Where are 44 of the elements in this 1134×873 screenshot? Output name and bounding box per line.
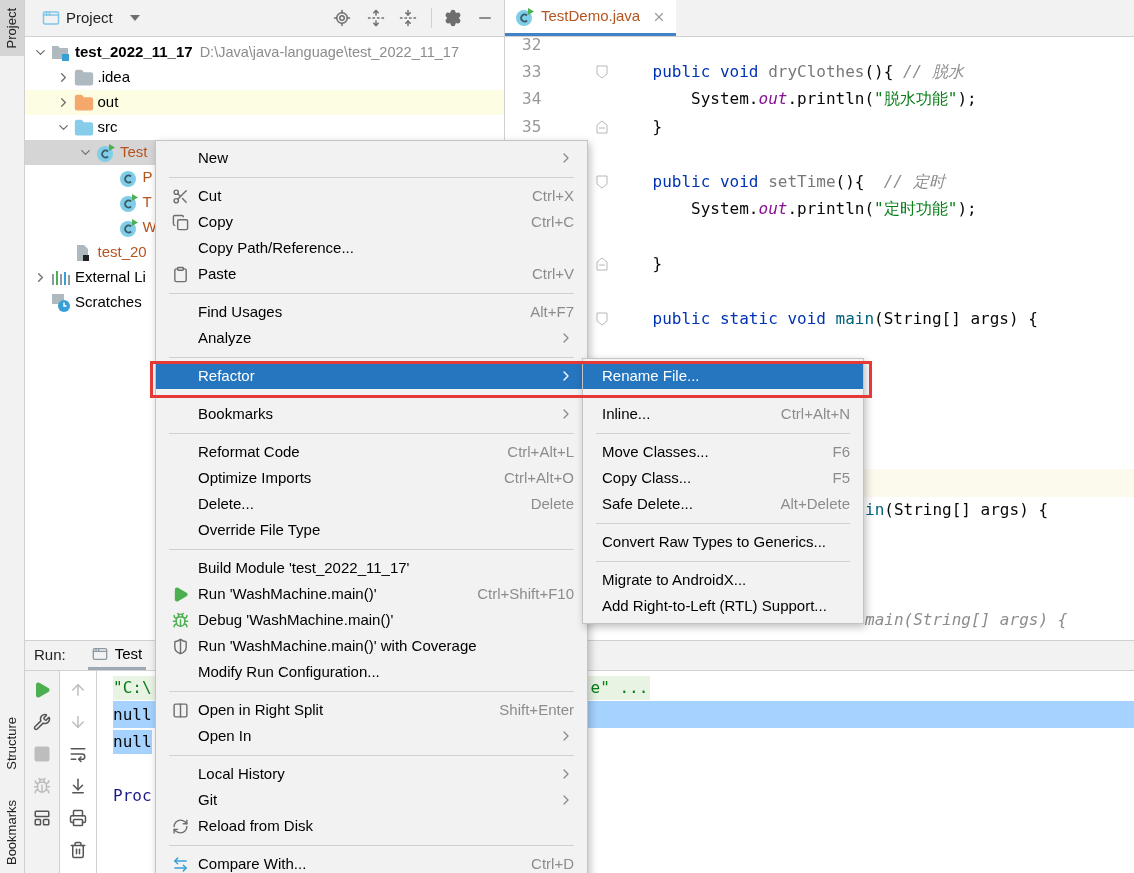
console-text: "C:\ [113, 676, 152, 699]
code-line: main(String[] args) { [865, 608, 1068, 631]
shortcut-label: Alt+F7 [530, 301, 574, 322]
line-number: 35 [522, 116, 542, 136]
shortcut-label: Alt+Delete [780, 493, 850, 514]
code-line: System.out.println("脱水功能"); [690, 88, 977, 111]
code-line: } [651, 252, 663, 275]
tree-label: T [142, 192, 152, 213]
tree-label: External Li [75, 267, 146, 288]
shortcut-label: Ctrl+Shift+F10 [477, 583, 574, 604]
console-text: Proc [113, 784, 152, 807]
line-number: 32 [522, 37, 542, 54]
shortcut-label: Ctrl+Alt+O [503, 467, 574, 488]
run-label: Run: [34, 645, 66, 666]
tree-label: .idea [97, 67, 131, 88]
code-line: in(String[] args) { [865, 499, 1049, 522]
code-line: System.out.println("定时功能"); [690, 198, 977, 221]
shortcut-label: F6 [832, 441, 850, 462]
code-line: } [651, 115, 663, 138]
tree-label: Scratches [75, 292, 142, 313]
shortcut-label: Ctrl+V [531, 263, 574, 284]
shortcut-label: Ctrl+Alt+L [507, 441, 574, 462]
tree-label: src [97, 117, 118, 138]
line-number: 33 [522, 62, 542, 82]
line-number: 34 [522, 89, 542, 109]
shortcut-label: Shift+Enter [499, 699, 574, 720]
tree-label: Test [120, 142, 148, 163]
code-line: public static void main(String[] args) { [651, 307, 1038, 330]
module-path: D:\Java\java-language\test_2022_11_17 [199, 42, 459, 62]
shortcut-label: F5 [832, 467, 850, 488]
shortcut-label: Delete [530, 493, 574, 514]
tree-label: P [142, 167, 153, 188]
tree-label: test_20 [97, 242, 147, 263]
code-line: public void setTime(){ // 定时 [651, 170, 945, 193]
tree-label: out [97, 92, 119, 113]
code-line: public void dryClothes(){ // 脱水 [651, 61, 964, 84]
console-text: e" ... [590, 676, 650, 699]
shortcut-label: Ctrl+D [531, 853, 574, 873]
shortcut-label: Ctrl+C [531, 211, 574, 232]
console-text: null [113, 729, 152, 754]
tab-label: TestDemo.java [541, 6, 641, 27]
shortcut-label: Ctrl+X [531, 185, 574, 206]
shortcut-label: Ctrl+Alt+N [780, 403, 850, 424]
tree-label: test_2022_11_17 [75, 42, 193, 63]
